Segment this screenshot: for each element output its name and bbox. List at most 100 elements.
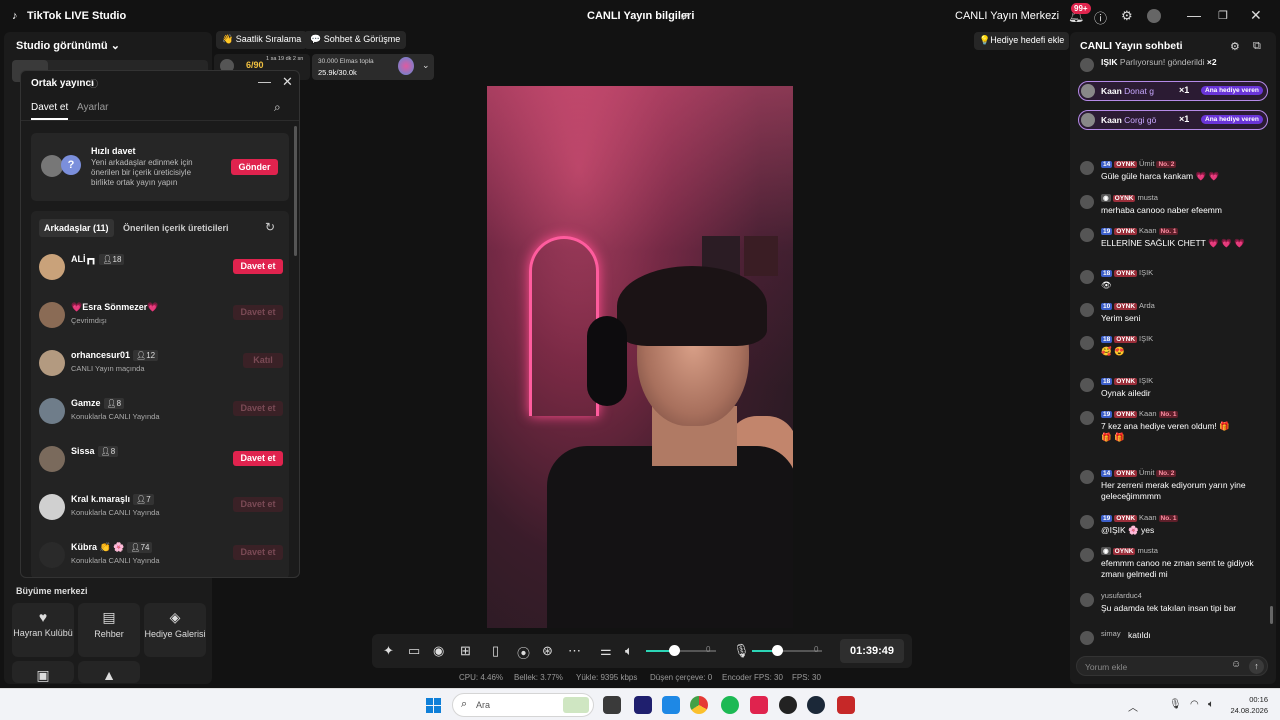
username[interactable]: Arda [1139,301,1155,310]
avatar[interactable] [1080,515,1094,529]
minimize-icon[interactable]: — [258,74,271,89]
emoji-icon[interactable]: ☺ [1231,659,1241,670]
record-icon[interactable]: ⦿ [517,643,530,662]
gift-gallery-tile[interactable]: ◈ Hediye Galerisi [144,603,206,657]
speaker-slider-knob[interactable] [669,645,680,656]
taskbar-search[interactable]: ⌕ Ara [452,693,594,717]
comment-input[interactable] [1085,660,1225,673]
maximize-icon[interactable]: ❐ [1218,9,1228,22]
username[interactable]: IŞIK [1139,376,1153,385]
username[interactable]: Ümit [1139,159,1154,168]
steam-icon[interactable] [807,696,825,714]
username[interactable]: musta [1137,546,1157,555]
avatar[interactable] [1080,270,1094,284]
username[interactable]: IŞIK [1139,334,1153,343]
invite-button[interactable]: Davet et [233,305,283,320]
tab-invite[interactable]: Davet et [31,102,69,120]
tab-friends[interactable]: Arkadaşlar (11) [39,219,114,237]
add-gift-goal-button[interactable]: 💡Hediye hedefi ekle [974,32,1070,50]
app-icon[interactable] [779,696,797,714]
username[interactable]: IŞIK [1139,268,1153,277]
tab-suggested[interactable]: Önerilen içerik üreticileri [123,223,229,233]
after-effects-icon[interactable] [634,696,652,714]
avatar[interactable] [1080,378,1094,392]
avatar[interactable] [1080,593,1094,607]
profile-avatar[interactable] [1147,9,1161,23]
mic-slider-knob[interactable] [771,645,783,656]
username[interactable]: Kaan [1139,409,1157,418]
tiktok-studio-icon[interactable] [750,696,768,714]
camera-icon[interactable]: ◉ [433,643,444,659]
send-button[interactable]: Gönder [231,159,278,175]
clock[interactable]: 00:16 24.08.2026 [1226,694,1268,716]
edge-icon[interactable] [662,696,680,714]
chevron-down-icon[interactable]: ⌄ [422,60,430,71]
send-icon[interactable]: ↑ [1249,659,1264,674]
chrome-icon[interactable] [690,696,708,714]
live-app-icon[interactable] [837,696,855,714]
avatar[interactable] [1080,336,1094,350]
popout-icon[interactable]: ⧉ [1253,40,1261,53]
avatar[interactable] [1080,631,1094,645]
invite-button[interactable]: Davet et [233,545,283,560]
avatar[interactable] [1080,303,1094,317]
microphone-icon[interactable]: 🎙︎ [733,643,750,659]
avatar[interactable] [1080,411,1094,425]
username[interactable]: yusufarduc4 [1101,591,1142,600]
username[interactable]: Kaan [1139,513,1157,522]
chevron-up-icon[interactable]: ︿ [1128,699,1138,714]
avatar[interactable] [1080,470,1094,484]
scrollbar[interactable] [1270,606,1273,624]
avatar[interactable] [1080,195,1094,209]
top-gifter-pill[interactable]: Kaan Corgi gö ×1 Ana hediye veren [1078,110,1268,130]
volume-icon[interactable]: 🔈︎ [1208,699,1214,710]
help-icon[interactable]: ⓘ [1094,8,1107,27]
tab-settings[interactable]: Ayarlar [77,102,109,113]
settings-gear-icon[interactable]: ⚙ [1230,40,1240,53]
screen-share-icon[interactable]: ▭ [408,643,420,659]
join-button[interactable]: Katıl [243,353,283,368]
avatar[interactable] [1080,228,1094,242]
invite-button[interactable]: Davet et [233,401,283,416]
settings-gear-icon[interactable]: ⚙ [1121,8,1133,24]
speaker-icon[interactable]: 🔈︎ [625,643,633,659]
invite-button[interactable]: Davet et [233,497,283,512]
invite-button[interactable]: Davet et [233,259,283,274]
live-center-link[interactable]: CANLI Yayın Merkezi [955,10,1059,22]
search-icon[interactable]: ⌕ [274,100,281,115]
sliders-icon[interactable]: ⚌ [600,643,612,659]
close-icon[interactable]: ✕ [282,74,293,90]
wifi-icon[interactable]: ◠ [1190,699,1199,710]
invite-button[interactable]: Davet et [233,451,283,466]
help-icon[interactable]: ⓘ [89,77,98,90]
minimize-icon[interactable]: — [1187,7,1201,23]
microphone-icon[interactable]: 🎙︎ [1169,699,1182,710]
refresh-icon[interactable]: ↻ [265,220,275,234]
magic-wand-icon[interactable]: ✦ [383,643,394,659]
avatar[interactable] [1080,548,1094,562]
chat-call-pill[interactable]: 💬 Sohbet & Görüşme [304,31,407,49]
username[interactable]: musta [1137,193,1157,202]
upload-stat: Yükle: 9395 kbps [576,673,638,682]
avatar[interactable] [1080,161,1094,175]
studio-view-dropdown[interactable]: Studio görünümü ⌄ [16,39,120,52]
top-gifter-pill[interactable]: Kaan Donat g ×1 Ana hediye veren [1078,81,1268,101]
diamond-goal-box[interactable]: 30.000 Elmas topla 25.9k/30.0k ⌄ [312,54,434,80]
fan-club-tile[interactable]: ♥ Hayran Kulübü [12,603,74,657]
windows-start-icon[interactable] [426,698,441,713]
task-view-icon[interactable] [603,696,621,714]
username[interactable]: simay [1101,629,1121,638]
live-info-title[interactable]: CANLI Yayın bilgileri [587,10,694,22]
username[interactable]: Kaan [1139,226,1157,235]
more-icon[interactable]: ⋯ [568,643,581,659]
scrollbar[interactable] [294,126,297,256]
add-source-icon[interactable]: ⊞ [460,643,471,659]
share-icon[interactable]: ⇗ [680,9,690,23]
effects-icon[interactable]: ⊛ [542,643,553,659]
username[interactable]: Ümit [1139,468,1154,477]
guide-tile[interactable]: ▤ Rehber [78,603,140,657]
phone-icon[interactable]: ▯ [492,643,499,659]
close-icon[interactable]: ✕ [1250,7,1262,24]
hourly-ranking-pill[interactable]: 👋 Saatlik Sıralama [216,31,308,49]
spotify-icon[interactable] [721,696,739,714]
